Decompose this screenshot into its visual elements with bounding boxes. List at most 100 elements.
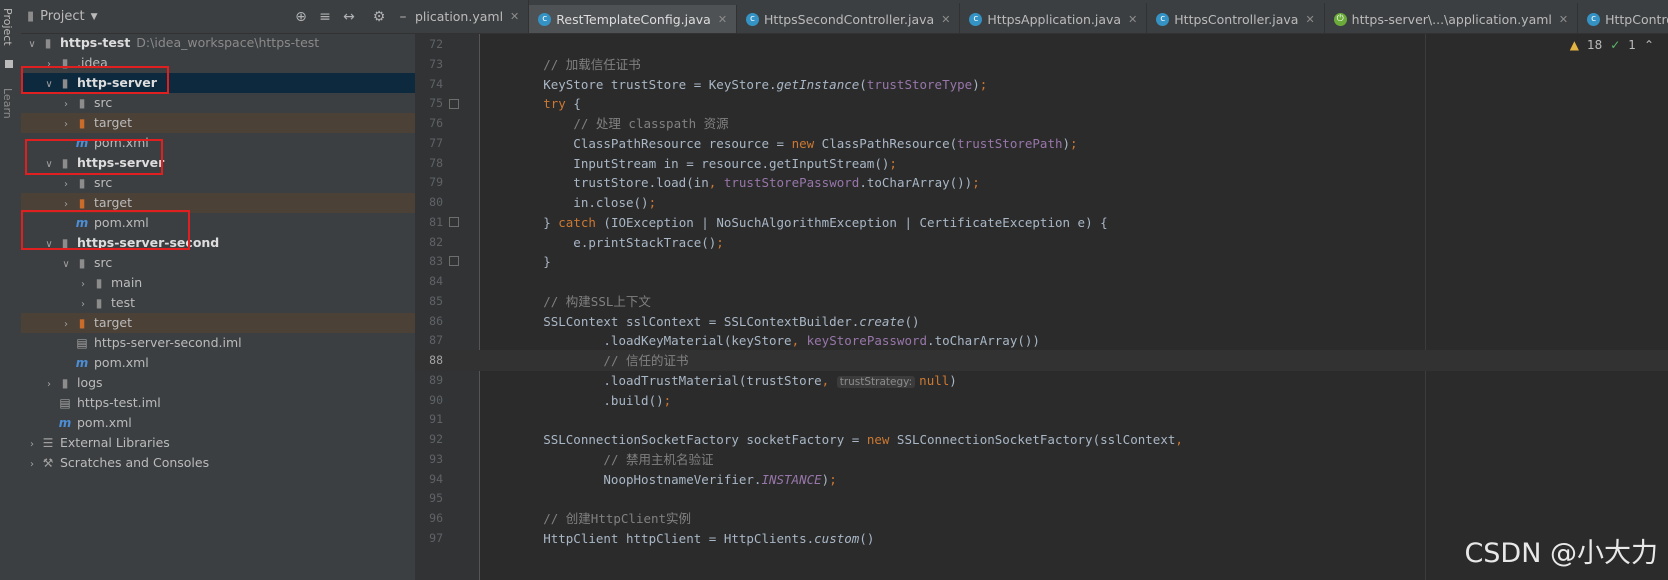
tree-item[interactable]: › ☰ External Libraries <box>21 433 415 453</box>
code-line[interactable]: 83 } <box>415 251 1668 272</box>
chevron-right-icon[interactable]: › <box>25 435 39 455</box>
tree-item[interactable]: › ⚒ Scratches and Consoles <box>21 453 415 473</box>
code-line[interactable]: 84 <box>415 271 1668 292</box>
tree-item[interactable]: ∨ ▮ https-test D:\idea_workspace\https-test <box>21 33 415 53</box>
project-tool-button[interactable]: Project <box>1 8 14 46</box>
tree-item-label: main <box>111 275 143 290</box>
code-text: // 禁用主机名验证 <box>603 451 714 467</box>
code-text: // 信任的证书 <box>603 353 689 368</box>
code-line[interactable]: 90 .build(); <box>415 390 1668 411</box>
collapse-icon[interactable]: ↔ <box>337 9 361 25</box>
chevron-down-icon[interactable]: ∨ <box>59 255 73 275</box>
editor-tab[interactable]: cHttpController.java✕ <box>1578 3 1668 33</box>
learn-tool-button[interactable]: Learn <box>1 88 14 119</box>
code-line[interactable]: 72 <box>415 34 1668 55</box>
code-line[interactable]: 85 // 构建SSL上下文 <box>415 291 1668 312</box>
editor-tab[interactable]: c HttpsApplication.java ✕ <box>960 3 1148 33</box>
code-line[interactable]: 82 e.printStackTrace(); <box>415 232 1668 253</box>
code-line[interactable]: 92 SSLConnectionSocketFactory socketFact… <box>415 429 1668 450</box>
tree-item[interactable]: m pom.xml <box>21 353 415 373</box>
tree-item[interactable]: ▤ https-test.iml <box>21 393 415 413</box>
code-line[interactable]: 91 <box>415 409 1668 430</box>
tree-item[interactable]: › ▮ target <box>21 113 415 133</box>
fold-marker[interactable] <box>449 99 459 109</box>
project-panel-title[interactable]: Project <box>40 9 84 24</box>
code-text: SSLConnectionSocketFactory socketFactory… <box>483 432 1183 447</box>
code-line[interactable]: 88 // 信任的证书 <box>415 350 1668 371</box>
code-text: in.close(); <box>483 195 657 210</box>
expand-icon[interactable]: ≡ <box>313 9 337 25</box>
editor-tab[interactable]: c HttpsSecondController.java ✕ <box>737 3 961 33</box>
code-line[interactable]: 95 <box>415 488 1668 509</box>
tree-item[interactable]: › ▮ test <box>21 293 415 313</box>
code-line[interactable]: 94 NoopHostnameVerifier.INSTANCE); <box>415 469 1668 490</box>
editor-tab[interactable]: c RestTemplateConfig.java ✕ <box>529 4 738 33</box>
locate-icon[interactable]: ⊕ <box>289 9 313 25</box>
close-icon[interactable]: ✕ <box>941 13 950 26</box>
tree-item-label: test <box>111 295 136 310</box>
code-line[interactable]: 78 InputStream in = resource.getInputStr… <box>415 153 1668 174</box>
editor-tab[interactable]: plication.yaml ✕ <box>415 0 530 33</box>
fold-marker[interactable] <box>449 217 459 227</box>
gear-icon[interactable]: ⚙ <box>367 9 391 25</box>
watermark: CSDN @小大力 <box>1464 538 1658 569</box>
code-line[interactable]: 89 .loadTrustMaterial(trustStore, trustS… <box>415 370 1668 391</box>
code-text: try { <box>543 96 581 112</box>
chevron-right-icon[interactable]: › <box>59 315 73 335</box>
hide-icon[interactable]: – <box>391 9 415 25</box>
tree-item[interactable]: › ▮ src <box>21 173 415 193</box>
code-line[interactable]: 86 SSLContext sslContext = SSLContextBui… <box>415 311 1668 332</box>
tree-item[interactable]: › ▮ logs <box>21 373 415 393</box>
chevron-right-icon[interactable]: › <box>76 295 90 315</box>
chevron-right-icon[interactable]: › <box>59 115 73 135</box>
code-line[interactable]: 76 // 处理 classpath 资源 <box>415 113 1668 134</box>
tree-item[interactable]: › ▮ src <box>21 93 415 113</box>
close-icon[interactable]: ✕ <box>1305 13 1314 26</box>
line-number: 78 <box>429 155 443 170</box>
line-number: 74 <box>429 76 443 91</box>
code-editor[interactable]: ▲ 18 ✓ 1 ⌃ 72 73 // 加载信任证书 74 KeyStore tru… <box>415 34 1668 580</box>
code-line[interactable]: 81 } catch (IOException | NoSuchAlgorith… <box>415 212 1668 233</box>
code-text: // 创建HttpClient实例 <box>543 511 692 526</box>
code-line[interactable]: 87 .loadKeyMaterial(keyStore, keyStorePa… <box>415 330 1668 351</box>
folder-icon: ▮ <box>61 376 69 390</box>
chevron-right-icon[interactable]: › <box>76 275 90 295</box>
chevron-down-icon[interactable]: ∨ <box>25 35 39 55</box>
chevron-right-icon[interactable]: › <box>59 95 73 115</box>
scratches-icon: ⚒ <box>42 456 54 470</box>
tree-item[interactable]: ∨ ▮ src <box>21 253 415 273</box>
fold-marker[interactable] <box>449 256 459 266</box>
code-line[interactable]: 80 in.close(); <box>415 192 1668 213</box>
code-line[interactable]: 74 KeyStore trustStore = KeyStore.getIns… <box>415 74 1668 95</box>
editor-tab-label: HttpsSecondController.java <box>764 12 935 27</box>
code-line[interactable]: 79 trustStore.load(in, trustStorePasswor… <box>415 172 1668 193</box>
close-icon[interactable]: ✕ <box>510 10 519 23</box>
code-line[interactable]: 93 // 禁用主机名验证 <box>415 449 1668 470</box>
tree-item[interactable]: › ▮ main <box>21 273 415 293</box>
tree-item[interactable]: ▤ https-server-second.iml <box>21 333 415 353</box>
close-icon[interactable]: ✕ <box>1128 13 1137 26</box>
tree-item-label: target <box>94 315 133 330</box>
editor-tab[interactable]: ⏻ https-server\...\application.yaml ✕ <box>1325 3 1579 33</box>
code-line[interactable]: 96 // 创建HttpClient实例 <box>415 508 1668 529</box>
code-line[interactable]: 77 ClassPathResource resource = new Clas… <box>415 133 1668 154</box>
chevron-right-icon[interactable]: › <box>59 175 73 195</box>
tree-item-label: logs <box>77 375 103 390</box>
code-text: // 处理 classpath 资源 <box>573 116 729 131</box>
code-line[interactable]: 73 // 加载信任证书 <box>415 54 1668 75</box>
tree-item[interactable]: m pom.xml <box>21 413 415 433</box>
line-number: 90 <box>429 392 443 407</box>
spring-boot-icon: ⏻ <box>1333 13 1347 26</box>
tree-item[interactable]: › ▮ target <box>21 313 415 333</box>
editor-tab[interactable]: c HttpsController.java ✕ <box>1147 3 1325 33</box>
close-icon[interactable]: ✕ <box>1559 13 1568 26</box>
maven-icon: m <box>58 416 72 430</box>
code-line[interactable]: 75 try { <box>415 93 1668 114</box>
code-text: } catch (IOException | NoSuchAlgorithmEx… <box>483 214 1108 230</box>
close-icon[interactable]: ✕ <box>718 13 727 26</box>
chevron-right-icon[interactable]: › <box>42 375 56 395</box>
module-icon: ▮ <box>44 36 52 50</box>
chevron-down-icon[interactable]: ▼ <box>91 12 98 22</box>
chevron-right-icon[interactable]: › <box>25 455 39 475</box>
excluded-folder-icon: ▮ <box>78 116 86 130</box>
